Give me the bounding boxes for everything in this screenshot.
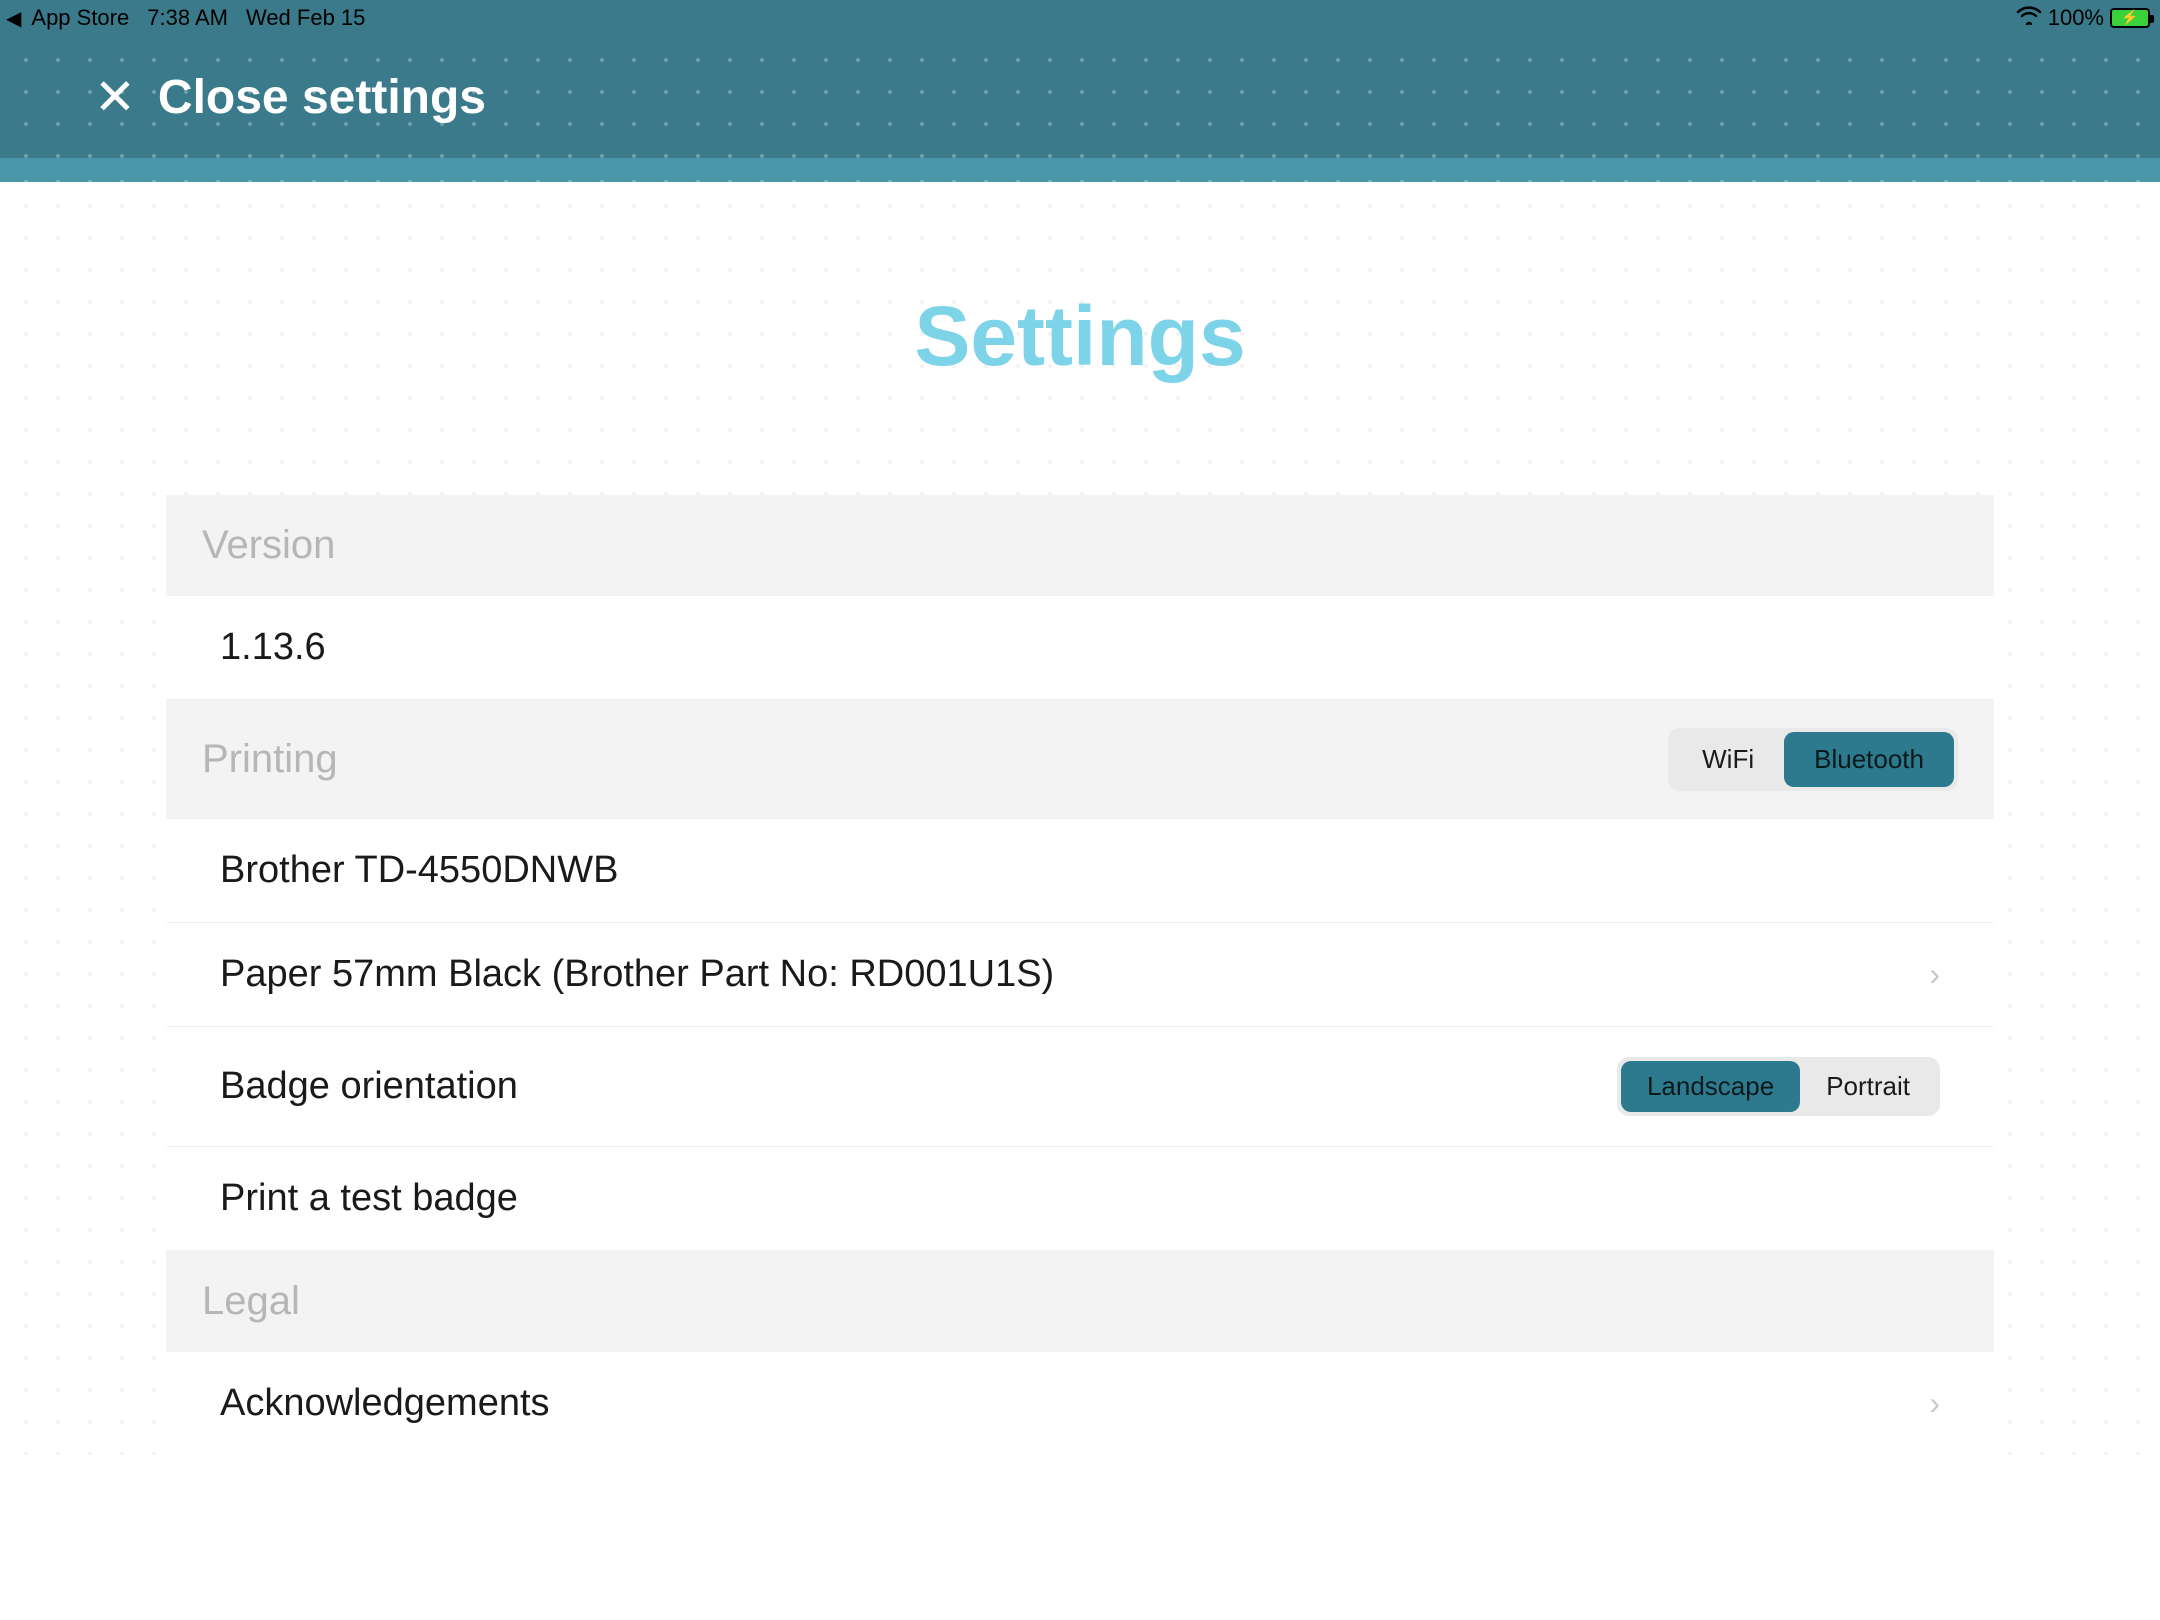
- status-time: 7:38 AM: [147, 5, 228, 31]
- printer-row[interactable]: Brother TD-4550DNWB: [166, 819, 1994, 923]
- version-row: 1.13.6: [166, 596, 1994, 700]
- chevron-right-icon: ›: [1929, 1385, 1940, 1422]
- back-triangle-icon[interactable]: ◀: [6, 6, 21, 31]
- acknowledgements-row[interactable]: Acknowledgements ›: [166, 1352, 1994, 1455]
- status-left: ◀ App Store 7:38 AM Wed Feb 15: [6, 5, 365, 31]
- orientation-row: Badge orientation Landscape Portrait: [166, 1027, 1994, 1147]
- paper-name: Paper 57mm Black (Brother Part No: RD001…: [220, 953, 1054, 996]
- orientation-portrait-option[interactable]: Portrait: [1800, 1061, 1936, 1112]
- section-header-version-label: Version: [202, 523, 335, 568]
- connection-segmented: WiFi Bluetooth: [1668, 728, 1958, 791]
- section-header-printing-label: Printing: [202, 737, 338, 782]
- status-bar: ◀ App Store 7:38 AM Wed Feb 15 100% ⚡: [0, 0, 2160, 36]
- section-header-legal-label: Legal: [202, 1279, 300, 1324]
- status-right: 100% ⚡: [2016, 5, 2150, 31]
- settings-list: Version 1.13.6 Printing WiFi Bluetooth B…: [166, 495, 1994, 1455]
- version-value: 1.13.6: [220, 626, 326, 669]
- status-date: Wed Feb 15: [246, 5, 365, 31]
- section-header-printing: Printing WiFi Bluetooth: [166, 700, 1994, 819]
- print-test-badge-row[interactable]: Print a test badge: [166, 1147, 1994, 1251]
- chevron-right-icon: ›: [1929, 956, 1940, 993]
- status-back-label[interactable]: App Store: [31, 5, 129, 31]
- header-bar: ✕ Close settings: [0, 36, 2160, 158]
- body: Settings Version 1.13.6 Printing WiFi Bl…: [0, 182, 2160, 1455]
- accent-strip: [0, 158, 2160, 182]
- section-header-version: Version: [166, 495, 1994, 596]
- orientation-label: Badge orientation: [220, 1065, 518, 1108]
- battery-percent: 100%: [2048, 5, 2104, 31]
- printer-name: Brother TD-4550DNWB: [220, 849, 618, 892]
- orientation-landscape-option[interactable]: Landscape: [1621, 1061, 1800, 1112]
- print-test-badge-label: Print a test badge: [220, 1177, 518, 1220]
- orientation-segmented: Landscape Portrait: [1617, 1057, 1940, 1116]
- wifi-icon: [2016, 5, 2042, 31]
- section-header-legal: Legal: [166, 1251, 1994, 1352]
- connection-bluetooth-option[interactable]: Bluetooth: [1784, 732, 1954, 787]
- page-title: Settings: [0, 288, 2160, 385]
- battery-icon: ⚡: [2110, 8, 2150, 28]
- close-icon[interactable]: ✕: [94, 72, 136, 122]
- acknowledgements-label: Acknowledgements: [220, 1382, 550, 1425]
- close-settings-button[interactable]: Close settings: [158, 70, 486, 125]
- paper-row[interactable]: Paper 57mm Black (Brother Part No: RD001…: [166, 923, 1994, 1027]
- connection-wifi-option[interactable]: WiFi: [1672, 732, 1784, 787]
